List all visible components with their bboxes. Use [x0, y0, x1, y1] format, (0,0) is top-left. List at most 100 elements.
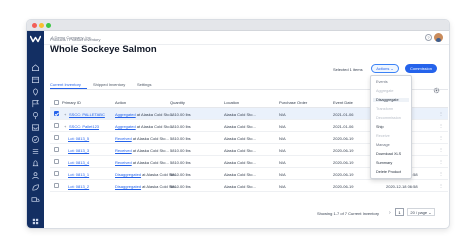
action-link[interactable]: Received	[115, 148, 132, 153]
box-icon[interactable]	[31, 75, 40, 84]
action-link[interactable]: Received	[115, 160, 132, 165]
expand-row-icon[interactable]: +	[64, 124, 66, 129]
flag-icon[interactable]	[31, 99, 40, 108]
action-link[interactable]: Disaggregated	[115, 184, 141, 189]
expand-row-icon[interactable]: +	[64, 112, 66, 117]
event-date-cell: 2020-06-19	[333, 184, 354, 189]
row-checkbox[interactable]	[54, 123, 59, 128]
truck-icon[interactable]	[31, 195, 40, 204]
breadcrumb[interactable]: Products / Product Inventory	[50, 37, 100, 42]
location-cell: Alaska Cold Sto...	[224, 184, 256, 189]
user-avatar[interactable]	[434, 33, 443, 42]
close-window-button[interactable]	[32, 23, 37, 28]
location-cell: Alaska Cold Sto...	[224, 112, 256, 117]
menu-item-ship[interactable]: Ship	[376, 125, 384, 129]
quantity-cell: 5810.00 lbs	[170, 148, 191, 153]
menu-item-summary[interactable]: Summary	[376, 161, 392, 165]
window-titlebar	[27, 20, 449, 31]
user-icon[interactable]	[31, 171, 40, 180]
brand-logo-icon[interactable]	[30, 35, 41, 43]
location-cell: Alaska Cold Sto...	[224, 136, 256, 141]
action-cell: Disaggregated at Alaska Cold Sto...	[115, 184, 178, 189]
column-header-quantity[interactable]: Quantity	[170, 100, 185, 105]
quantity-cell: 5810.00 lbs	[170, 124, 191, 129]
row-checkbox[interactable]	[54, 111, 59, 116]
menu-item-transform: Transform	[376, 107, 394, 111]
chevron-right-icon[interactable]: ›	[389, 210, 391, 216]
row-checkbox[interactable]	[54, 183, 59, 188]
action-cell: Received at Alaska Cold Sto...	[115, 160, 169, 165]
actions-dropdown-button[interactable]: Actions ⌄	[371, 64, 399, 73]
list-icon[interactable]	[31, 147, 40, 156]
action-link[interactable]: Received	[115, 136, 132, 141]
row-menu-icon[interactable]: ⋮	[439, 111, 443, 116]
top-bar: A Demo Company, Inc. ?	[44, 31, 449, 45]
inbox-icon[interactable]	[31, 123, 40, 132]
menu-item-download-xls[interactable]: Download XLS	[376, 152, 401, 156]
help-icon[interactable]: ?	[425, 34, 432, 41]
page-size-select[interactable]: 20 / page ⌄	[407, 208, 435, 216]
leaf-icon[interactable]	[31, 183, 40, 192]
quantity-cell: 5810.00 lbs	[170, 136, 191, 141]
primary-id-link[interactable]: SSCC: Pallet123	[69, 124, 99, 129]
row-checkbox[interactable]	[54, 159, 59, 164]
menu-item-delete-product[interactable]: Delete Product	[376, 170, 401, 174]
row-menu-icon[interactable]: ⋮	[439, 183, 443, 188]
purchase-order-cell: N/A	[279, 124, 286, 129]
column-header-location[interactable]: Location	[224, 100, 239, 105]
menu-item-decommission: Decommission	[376, 116, 401, 120]
menu-item-receive: Receive	[376, 134, 390, 138]
page-number-input[interactable]: 1	[395, 208, 404, 216]
pagination-summary: Showing 1-7 of 7 Current Inventory	[317, 211, 380, 216]
check-circle-icon[interactable]	[31, 135, 40, 144]
purchase-order-cell: N/A	[279, 112, 286, 117]
action-link[interactable]: Aggregated	[115, 112, 136, 117]
primary-id-link[interactable]: Lot: 0813_3	[68, 148, 89, 153]
gear-icon[interactable]	[433, 81, 440, 94]
action-location-text: at Alaska Cold Sto...	[135, 112, 173, 117]
primary-id-link[interactable]: Lot: 0813_1	[68, 172, 89, 177]
primary-id-link[interactable]: SSCC: PALLETABC	[69, 112, 105, 117]
row-checkbox[interactable]	[54, 147, 59, 152]
row-menu-icon[interactable]: ⋮	[439, 147, 443, 152]
row-menu-icon[interactable]: ⋮	[439, 171, 443, 176]
action-link[interactable]: Aggregated	[115, 124, 136, 129]
action-cell: Received at Alaska Cold Sto...	[115, 148, 169, 153]
pin-icon[interactable]	[31, 111, 40, 120]
row-menu-icon[interactable]: ⋮	[439, 123, 443, 128]
column-header-purchase-order[interactable]: Purchase Order	[279, 100, 307, 105]
location-cell: Alaska Cold Sto...	[224, 124, 256, 129]
action-location-text: at Alaska Cold Sto...	[131, 148, 169, 153]
menu-section-label: Events	[376, 80, 388, 84]
row-menu-icon[interactable]: ⋮	[439, 159, 443, 164]
column-header-action[interactable]: Action	[115, 100, 126, 105]
home-icon[interactable]	[31, 63, 40, 72]
primary-id-link[interactable]: Lot: 0813_2	[68, 184, 89, 189]
menu-section-label: Manage	[376, 143, 390, 147]
tab-shipped-inventory[interactable]: Shipped Inventory	[93, 82, 125, 87]
action-cell: Disaggregated at Alaska Cold Sto...	[115, 172, 178, 177]
bell-icon[interactable]	[31, 159, 40, 168]
select-all-checkbox[interactable]	[54, 100, 59, 105]
action-link[interactable]: Disaggregated	[115, 172, 141, 177]
menu-item-disaggregate[interactable]: Disaggregate	[373, 98, 409, 102]
action-cell: Received at Alaska Cold Sto...	[115, 136, 169, 141]
column-header-primary-id[interactable]: Primary ID	[62, 100, 81, 105]
map-pin-icon[interactable]	[31, 87, 40, 96]
primary-id-link[interactable]: Lot: 0813_4	[68, 160, 89, 165]
tab-current-inventory[interactable]: Current Inventory	[50, 82, 81, 87]
table-row[interactable]: Lot: 0813_2 Disaggregated at Alaska Cold …	[50, 180, 448, 192]
purchase-order-cell: N/A	[279, 148, 286, 153]
row-menu-icon[interactable]: ⋮	[439, 135, 443, 140]
menu-item-aggregate: Aggregate	[376, 89, 394, 93]
maximize-window-button[interactable]	[46, 23, 51, 28]
commission-button[interactable]: Commission	[405, 64, 437, 73]
event-date-cell: 2021-01-06	[333, 112, 354, 117]
primary-id-link[interactable]: Lot: 0813_5	[68, 136, 89, 141]
column-header-event-date[interactable]: Event Date	[333, 100, 353, 105]
row-checkbox[interactable]	[54, 135, 59, 140]
grid-icon[interactable]	[31, 217, 40, 226]
tab-settings[interactable]: Settings	[137, 82, 151, 87]
minimize-window-button[interactable]	[39, 23, 44, 28]
row-checkbox[interactable]	[54, 171, 59, 176]
